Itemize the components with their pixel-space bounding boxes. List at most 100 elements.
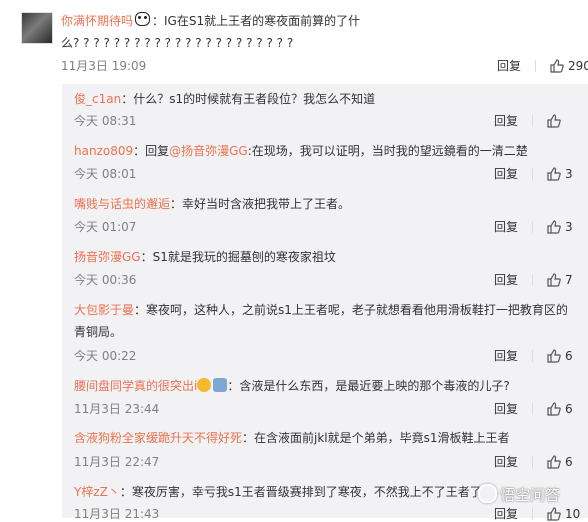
reply-username[interactable]: 大包影于曼 <box>74 303 134 317</box>
reply-actions: 回复 6 <box>494 347 573 364</box>
thumbs-up-icon <box>547 455 561 469</box>
reply-button[interactable]: 回复 <box>494 273 518 287</box>
reply-text: :在现场，我可以证明，当时我的望远鏡看的一清二楚 <box>247 144 528 158</box>
thumbs-up-icon <box>547 273 561 287</box>
reply-button[interactable]: 回复 <box>494 114 518 128</box>
emoji-icon <box>197 378 212 392</box>
thumbs-up-icon <box>547 402 561 416</box>
reply-username[interactable]: Y梓zZ丶 <box>74 485 120 499</box>
like-count: 10 <box>565 507 581 521</box>
like-count: 290 <box>568 59 588 73</box>
thumbs-up-icon <box>547 507 561 521</box>
like-button[interactable]: 10 <box>547 507 580 521</box>
reply-text-prefix: ：回复 <box>133 144 170 158</box>
reply-button[interactable]: 回复 <box>494 167 518 181</box>
top-comment-actions: 回复 290 <box>497 57 588 74</box>
reply-button[interactable]: 回复 <box>494 349 518 363</box>
thumbs-up-icon <box>550 59 564 73</box>
watermark-text: 悟空问答 <box>500 486 561 504</box>
divider <box>535 60 537 72</box>
like-button[interactable]: 3 <box>547 167 573 181</box>
divider <box>532 403 534 415</box>
reply-item: 嘴贱与话虫的邂逅：幸好当时含液把我带上了王者。 <box>74 193 574 215</box>
like-button[interactable]: 6 <box>547 349 573 363</box>
reply-item: hanzo809：回复@扬音弥漫GG:在现场，我可以证明，当时我的望远鏡看的一清… <box>74 140 574 162</box>
reply-username[interactable]: 俊_c1an <box>74 92 121 106</box>
like-count: 6 <box>565 349 573 363</box>
reply-actions: 回复 10 <box>494 505 580 522</box>
divider <box>532 115 534 127</box>
top-comment-text-2: 么? ? ? ? ? ? ? ? ? ? ? ? ? ? ? ? ? ? ? ?… <box>61 36 294 50</box>
like-button[interactable]: 3 <box>547 220 573 234</box>
reply-item: 俊_c1an：什么？s1的时候就有王者段位？我怎么不知道 <box>74 88 574 110</box>
divider <box>532 350 534 362</box>
reply-username[interactable]: 嘴贱与话虫的邂逅 <box>74 197 170 211</box>
reply-text: ：寒夜呵，这种人，之前说s1上王者呢，老子就想看看他用滑板鞋打一把教育区的 <box>134 303 568 317</box>
like-count: 3 <box>565 220 573 234</box>
reply-button[interactable]: 回复 <box>494 455 518 469</box>
reply-actions: 回复 6 <box>494 453 573 470</box>
like-count: 3 <box>565 167 573 181</box>
reply-time: 11月3日 22:47 <box>74 455 160 469</box>
reply-item: 大包影于曼：寒夜呵，这种人，之前说s1上王者呢，老子就想看看他用滑板鞋打一把教育… <box>74 299 574 343</box>
reply-item: 含液狗粉全家缓跪升天不得好死：在含液面前jkl就是个弟弟，毕竟s1滑板鞋上王者 <box>74 427 574 449</box>
reply-text-2: 青铜局。 <box>74 325 123 339</box>
thumbs-up-icon <box>547 114 561 128</box>
emoji-icon <box>213 378 228 392</box>
reply-actions: 回复 6 <box>494 400 573 417</box>
divider <box>532 168 534 180</box>
reply-time: 今天 08:01 <box>74 167 137 181</box>
divider <box>532 221 534 233</box>
reply-username[interactable]: 含液狗粉全家缓跪升天不得好死 <box>74 431 242 445</box>
reply-time: 今天 00:22 <box>74 349 137 363</box>
reply-text: ：寒夜厉害，幸亏我s1王者晋级赛排到了寒夜，不然我上不了王者了 <box>119 485 482 499</box>
reply-actions: 回复 7 <box>494 271 573 288</box>
thumbs-up-icon <box>547 220 561 234</box>
like-button[interactable] <box>547 114 565 128</box>
reply-time: 11月3日 21:43 <box>74 507 160 521</box>
reply-button[interactable]: 回复 <box>494 507 518 521</box>
panda-icon <box>135 12 151 26</box>
reply-text: ：幸好当时含液把我带上了王者。 <box>170 197 351 211</box>
reply-text: ：在含液面前jkl就是个弟弟，毕竟s1滑板鞋上王者 <box>242 431 510 445</box>
top-comment: 你满怀期待吗 ：IG在S1就上王者的寒夜面前算的了什 么? ? ? ? ? ? ?… <box>61 10 581 54</box>
reply-button[interactable]: 回复 <box>497 57 521 74</box>
reply-actions: 回复 <box>494 112 565 129</box>
wukong-logo-icon <box>478 484 497 503</box>
reply-button[interactable]: 回复 <box>494 220 518 234</box>
reply-time: 今天 01:07 <box>74 220 137 234</box>
reply-item: 腰间盘同学真的很突出i ：含液是什么东西，是最近要上映的那个毒液的儿子? <box>74 375 574 397</box>
reply-item: 扬音弥漫GG：S1就是我玩的掘墓刨的寒夜家祖坟 <box>74 246 574 268</box>
reply-time: 今天 00:36 <box>74 273 137 287</box>
reply-button[interactable]: 回复 <box>494 402 518 416</box>
reply-text: ：什么？s1的时候就有王者段位？我怎么不知道 <box>121 92 376 106</box>
like-button[interactable]: 6 <box>547 402 573 416</box>
reply-actions: 回复 3 <box>494 218 573 235</box>
like-button[interactable]: 290 <box>550 59 588 73</box>
reply-username[interactable]: 腰间盘同学真的很突出i <box>74 379 197 393</box>
reply-username[interactable]: 扬音弥漫GG <box>74 250 141 264</box>
reply-list: 俊_c1an：什么？s1的时候就有王者段位？我怎么不知道 今天 08:31 回复… <box>62 84 588 521</box>
avatar[interactable] <box>21 12 53 44</box>
reply-text: ：S1就是我玩的掘墓刨的寒夜家祖坟 <box>140 250 336 264</box>
like-count: 6 <box>565 455 573 469</box>
top-comment-username[interactable]: 你满怀期待吗 <box>61 14 133 28</box>
like-button[interactable]: 7 <box>547 273 573 287</box>
top-comment-text: ：IG在S1就上王者的寒夜面前算的了什 <box>152 14 361 28</box>
reply-username[interactable]: hanzo809 <box>74 144 133 158</box>
mention-link[interactable]: @扬音弥漫GG <box>169 144 248 158</box>
divider <box>532 456 534 468</box>
top-comment-time: 11月3日 19:09 <box>61 59 147 73</box>
like-button[interactable]: 6 <box>547 455 573 469</box>
reply-actions: 回复 3 <box>494 165 573 182</box>
reply-time: 今天 08:31 <box>74 114 137 128</box>
reply-text: ：含液是什么东西，是最近要上映的那个毒液的儿子? <box>227 379 510 393</box>
like-count: 7 <box>565 273 573 287</box>
divider <box>532 508 534 520</box>
like-count: 6 <box>565 402 573 416</box>
watermark: 悟空问答 <box>478 484 560 505</box>
thumbs-up-icon <box>547 349 561 363</box>
thumbs-up-icon <box>547 167 561 181</box>
divider <box>532 274 534 286</box>
reply-time: 11月3日 23:44 <box>74 402 160 416</box>
